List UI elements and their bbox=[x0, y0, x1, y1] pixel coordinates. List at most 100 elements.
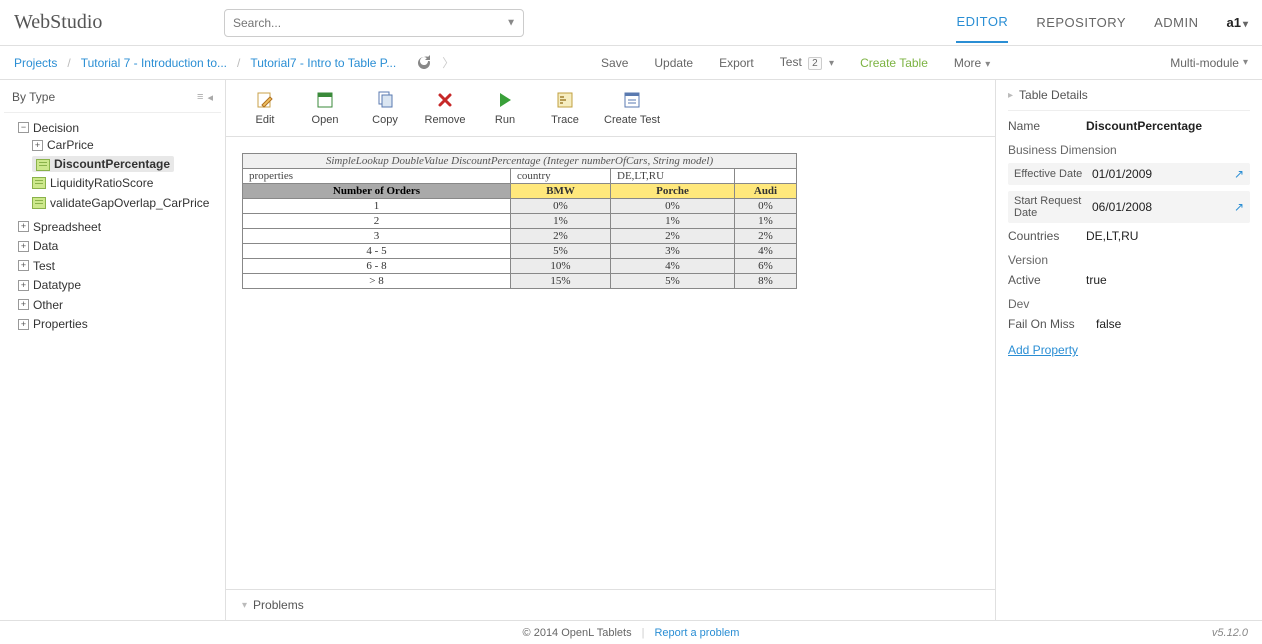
tree-liquidity[interactable]: LiquidityRatioScore bbox=[50, 176, 153, 190]
test-link[interactable]: Test 2 ▾ bbox=[780, 55, 834, 70]
bmw-cell: 2% bbox=[511, 229, 611, 244]
tree-toggle[interactable]: + bbox=[18, 260, 29, 271]
audi-cell: 4% bbox=[735, 244, 797, 259]
open-button[interactable]: Open bbox=[304, 90, 346, 126]
tab-admin[interactable]: ADMIN bbox=[1154, 3, 1198, 42]
copy-button[interactable]: Copy bbox=[364, 90, 406, 126]
open-icon bbox=[315, 90, 335, 110]
update-link[interactable]: Update bbox=[654, 56, 693, 70]
list-icon[interactable]: ≡ bbox=[197, 91, 203, 104]
active-value: true bbox=[1086, 273, 1250, 287]
report-problem-link[interactable]: Report a problem bbox=[654, 627, 739, 639]
module-label: Multi-module bbox=[1170, 56, 1239, 70]
tree-spreadsheet[interactable]: Spreadsheet bbox=[33, 220, 101, 234]
details-title: Table Details bbox=[1019, 88, 1088, 102]
module-selector[interactable]: Multi-module▾ bbox=[1170, 56, 1248, 70]
edit-label: Edit bbox=[256, 114, 275, 126]
tree-properties[interactable]: Properties bbox=[33, 317, 88, 331]
tree-decision[interactable]: Decision bbox=[33, 121, 79, 135]
effective-date-value: 01/01/2009 bbox=[1092, 167, 1228, 181]
app-logo: WebStudio bbox=[14, 11, 224, 34]
tree-toggle[interactable]: + bbox=[18, 280, 29, 291]
table-icon bbox=[32, 197, 46, 209]
breadcrumb-sep: / bbox=[67, 56, 70, 70]
tree-toggle[interactable]: − bbox=[18, 122, 29, 133]
create-test-button[interactable]: Create Test bbox=[604, 90, 660, 126]
edit-icon[interactable]: ↗ bbox=[1234, 167, 1244, 181]
user-label: a1 bbox=[1227, 15, 1241, 30]
tree-toggle[interactable]: + bbox=[18, 221, 29, 232]
test-count-badge: 2 bbox=[808, 57, 822, 70]
active-key: Active bbox=[1008, 273, 1080, 287]
effective-date-key: Effective Date bbox=[1014, 168, 1086, 180]
chevron-right-icon: ▸ bbox=[1008, 90, 1013, 101]
property-value: DE,LT,RU bbox=[611, 169, 735, 184]
table-row: 32%2%2% bbox=[243, 229, 797, 244]
countries-value: DE,LT,RU bbox=[1086, 229, 1250, 243]
bmw-cell: 10% bbox=[511, 259, 611, 274]
table-row: > 815%5%8% bbox=[243, 274, 797, 289]
tab-repository[interactable]: REPOSITORY bbox=[1036, 3, 1126, 42]
num-cell: 4 - 5 bbox=[243, 244, 511, 259]
chevron-down-icon: ▾ bbox=[242, 600, 247, 611]
edit-button[interactable]: Edit bbox=[244, 90, 286, 126]
sidebar-title: By Type bbox=[12, 90, 55, 104]
breadcrumb-projects[interactable]: Projects bbox=[14, 56, 57, 70]
refresh-icon[interactable] bbox=[416, 55, 432, 71]
brand-bmw-header: BMW bbox=[511, 184, 611, 199]
tree-toggle[interactable]: + bbox=[18, 319, 29, 330]
version-label: v5.12.0 bbox=[1212, 627, 1248, 639]
num-cell: 3 bbox=[243, 229, 511, 244]
business-dimension-section: Business Dimension bbox=[1008, 143, 1250, 157]
start-request-date-value: 06/01/2008 bbox=[1092, 200, 1228, 214]
bmw-cell: 15% bbox=[511, 274, 611, 289]
export-link[interactable]: Export bbox=[719, 56, 754, 70]
remove-button[interactable]: Remove bbox=[424, 90, 466, 126]
create-table-link[interactable]: Create Table bbox=[860, 56, 928, 70]
save-link[interactable]: Save bbox=[601, 56, 628, 70]
table-icon bbox=[36, 159, 50, 171]
version-section: Version bbox=[1008, 253, 1250, 267]
create-test-label: Create Test bbox=[604, 114, 660, 126]
problems-panel-toggle[interactable]: ▾ Problems bbox=[226, 589, 995, 620]
chevron-down-icon: ▾ bbox=[985, 59, 990, 70]
add-property-link[interactable]: Add Property bbox=[1008, 343, 1078, 357]
tree-discount[interactable]: DiscountPercentage bbox=[54, 157, 170, 171]
tree-carprice[interactable]: CarPrice bbox=[47, 138, 94, 152]
tree-other[interactable]: Other bbox=[33, 298, 63, 312]
more-label: More bbox=[954, 56, 981, 70]
breadcrumb-tutorial7a[interactable]: Tutorial 7 - Introduction to... bbox=[81, 56, 227, 70]
run-button[interactable]: Run bbox=[484, 90, 526, 126]
tree-toggle[interactable]: + bbox=[18, 299, 29, 310]
breadcrumb-chevron: 〉 bbox=[442, 54, 454, 71]
tree-datatype[interactable]: Datatype bbox=[33, 278, 81, 292]
open-label: Open bbox=[312, 114, 339, 126]
copy-label: Copy bbox=[372, 114, 398, 126]
more-link[interactable]: More ▾ bbox=[954, 56, 990, 70]
porche-cell: 3% bbox=[611, 244, 735, 259]
porche-cell: 1% bbox=[611, 214, 735, 229]
property-key: country bbox=[511, 169, 611, 184]
tree-validate[interactable]: validateGapOverlap_CarPrice bbox=[50, 196, 209, 210]
table-row: 4 - 55%3%4% bbox=[243, 244, 797, 259]
user-menu[interactable]: a1▾ bbox=[1227, 15, 1249, 30]
num-cell: 1 bbox=[243, 199, 511, 214]
search-input[interactable] bbox=[224, 9, 524, 37]
properties-label: properties bbox=[243, 169, 511, 184]
tree-data[interactable]: Data bbox=[33, 239, 58, 253]
audi-cell: 0% bbox=[735, 199, 797, 214]
tree-toggle[interactable]: + bbox=[18, 241, 29, 252]
table-row: 21%1%1% bbox=[243, 214, 797, 229]
tree-test[interactable]: Test bbox=[33, 259, 55, 273]
remove-icon bbox=[435, 90, 455, 110]
breadcrumb-tutorial7b[interactable]: Tutorial7 - Intro to Table P... bbox=[250, 56, 396, 70]
start-request-date-key: Start Request Date bbox=[1014, 195, 1086, 219]
tab-editor[interactable]: EDITOR bbox=[956, 2, 1008, 43]
audi-cell: 1% bbox=[735, 214, 797, 229]
collapse-left-icon[interactable]: ◂ bbox=[207, 91, 213, 104]
tree-toggle[interactable]: + bbox=[32, 140, 43, 151]
table-signature: SimpleLookup DoubleValue DiscountPercent… bbox=[243, 154, 797, 169]
trace-button[interactable]: Trace bbox=[544, 90, 586, 126]
footer-sep: | bbox=[642, 627, 645, 639]
edit-icon[interactable]: ↗ bbox=[1234, 200, 1244, 214]
